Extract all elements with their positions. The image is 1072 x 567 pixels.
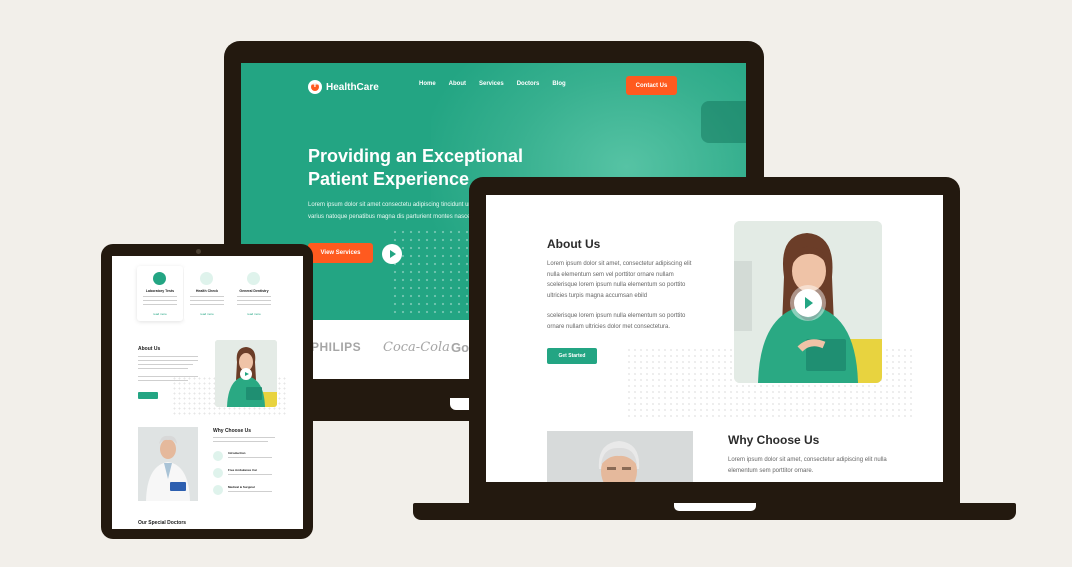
tablet-nurse-image bbox=[215, 340, 277, 407]
microscope-shape bbox=[701, 101, 746, 143]
heart-pulse-icon bbox=[200, 272, 213, 285]
ambulance-icon bbox=[213, 468, 223, 478]
service-card-laboratory[interactable]: Laboratory Tests read more bbox=[137, 266, 183, 321]
nav-blog[interactable]: Blog bbox=[552, 81, 565, 87]
tablet-about-title: About Us bbox=[138, 346, 161, 352]
hero-title-line1: Providing an Exceptional bbox=[308, 146, 524, 166]
flask-icon bbox=[153, 272, 166, 285]
tablet-camera bbox=[196, 249, 201, 254]
laptop-screen: About Us Lorem ipsum dolor sit amet, con… bbox=[486, 195, 943, 482]
nav-doctors[interactable]: Doctors bbox=[517, 81, 540, 87]
partner-logo-cocacola: Coca-Cola bbox=[383, 340, 450, 355]
check-icon bbox=[213, 451, 223, 461]
about-paragraph-2: scelerisque lorem ipsum nulla elementum … bbox=[547, 313, 686, 330]
why-choose-us-paragraph: Lorem ipsum dolor sit amet, consectetur … bbox=[728, 457, 887, 474]
partner-logo-philips: PHILIPS bbox=[311, 340, 362, 354]
service-card-dentistry[interactable]: General Dentistry read more bbox=[231, 266, 277, 321]
contact-us-button[interactable]: Contact Us bbox=[626, 76, 677, 95]
nav-services[interactable]: Services bbox=[479, 81, 504, 87]
main-nav: Home About Services Doctors Blog bbox=[419, 81, 566, 87]
play-video-icon[interactable] bbox=[382, 244, 402, 264]
about-paragraph-1: Lorem ipsum dolor sit amet, consectetur … bbox=[547, 261, 692, 299]
play-video-icon[interactable] bbox=[240, 368, 252, 380]
read-more-link[interactable]: read more bbox=[137, 312, 183, 316]
get-started-button[interactable]: Get Started bbox=[547, 348, 597, 364]
health-cross-icon bbox=[308, 79, 322, 94]
why-choose-us-title: Why Choose Us bbox=[728, 433, 820, 447]
surgery-icon bbox=[213, 485, 223, 495]
read-more-link[interactable]: read more bbox=[231, 312, 277, 316]
brand-logo[interactable]: HealthCare bbox=[308, 79, 379, 94]
brand-name: HealthCare bbox=[326, 81, 379, 93]
why-item-label: Free Ambulance Car bbox=[228, 468, 258, 472]
tablet-doctors-title: Our Special Doctors bbox=[138, 520, 187, 526]
why-item-label: Introduction bbox=[228, 451, 246, 455]
service-card-label: Laboratory Tests bbox=[145, 289, 175, 293]
partner-logo-google: Go bbox=[451, 340, 470, 355]
doctor-illustration bbox=[547, 431, 693, 482]
laptop-base-notch bbox=[674, 503, 756, 511]
tablet-screen: Laboratory Tests read more Health Check … bbox=[112, 256, 303, 529]
service-card-health-check[interactable]: Health Check read more bbox=[184, 266, 230, 321]
read-more-link[interactable]: read more bbox=[184, 312, 230, 316]
tablet-doctor-image bbox=[138, 427, 198, 501]
tablet-get-started-button[interactable] bbox=[138, 392, 158, 399]
view-services-button[interactable]: View Services bbox=[308, 243, 373, 263]
nav-home[interactable]: Home bbox=[419, 81, 436, 87]
service-card-label: Health Check bbox=[195, 289, 219, 293]
nav-about[interactable]: About bbox=[449, 81, 466, 87]
service-card-label: General Dentistry bbox=[239, 289, 269, 293]
doctor-image bbox=[547, 431, 693, 482]
why-item-label: Medical & Surgical bbox=[228, 485, 255, 489]
tablet-why-title: Why Choose Us bbox=[213, 428, 252, 434]
nurse-image bbox=[734, 221, 882, 383]
tooth-icon bbox=[247, 272, 260, 285]
play-video-icon[interactable] bbox=[794, 289, 822, 317]
about-us-title: About Us bbox=[547, 237, 601, 251]
doctor-illustration bbox=[138, 427, 198, 501]
